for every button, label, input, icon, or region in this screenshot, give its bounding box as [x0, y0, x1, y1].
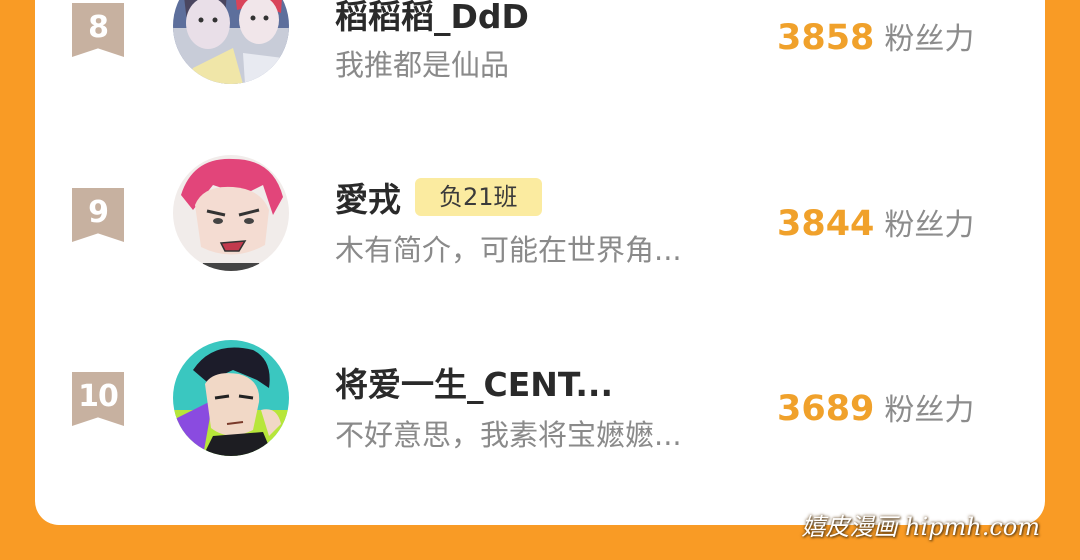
fans-power: 3844 粉丝力 [777, 200, 974, 244]
ranking-row[interactable]: 10 将爱一生_CENT... 不好意思，我素将宝嬷嬷... 3689 粉丝力 [35, 340, 1045, 460]
fans-label: 粉丝力 [884, 208, 975, 243]
fans-power: 3689 粉丝力 [777, 385, 974, 429]
rank-number: 9 [88, 195, 109, 230]
class-badge: 负21班 [415, 178, 542, 216]
name-line: 将爱一生_CENT... [335, 360, 613, 404]
name-line: 愛戎 负21班 [335, 175, 542, 219]
user-bio: 不好意思，我素将宝嬷嬷... [335, 418, 682, 452]
user-name[interactable]: 将爱一生_CENT... [335, 358, 613, 406]
name-line: 稻稻稻_DdD [335, 0, 529, 36]
ranking-row[interactable]: 8 稻稻稻_DdD 我推都是仙品 3858 粉丝力 [35, 0, 1045, 100]
avatar[interactable] [173, 0, 289, 84]
fans-count: 3858 [777, 18, 875, 58]
user-name[interactable]: 愛戎 [335, 173, 401, 221]
rank-ribbon-icon: 10 [72, 372, 124, 426]
fans-count: 3689 [777, 389, 875, 429]
fans-power: 3858 粉丝力 [777, 14, 974, 58]
avatar[interactable] [173, 340, 289, 456]
rank-number: 8 [88, 10, 109, 45]
fans-count: 3844 [777, 204, 875, 244]
rank-ribbon-icon: 9 [72, 188, 124, 242]
user-bio: 我推都是仙品 [335, 48, 510, 82]
fans-label: 粉丝力 [884, 22, 975, 57]
rank-number: 10 [78, 379, 119, 414]
user-name[interactable]: 稻稻稻_DdD [335, 0, 529, 38]
fans-label: 粉丝力 [884, 393, 975, 428]
ranking-row[interactable]: 9 愛戎 负21班 木有简介，可能在世界角... 3844 粉丝力 [35, 155, 1045, 275]
rank-ribbon-icon: 8 [72, 3, 124, 57]
user-bio: 木有简介，可能在世界角... [335, 233, 682, 267]
watermark: 嬉皮漫画 hipmh.com [801, 513, 1040, 541]
avatar[interactable] [173, 155, 289, 271]
